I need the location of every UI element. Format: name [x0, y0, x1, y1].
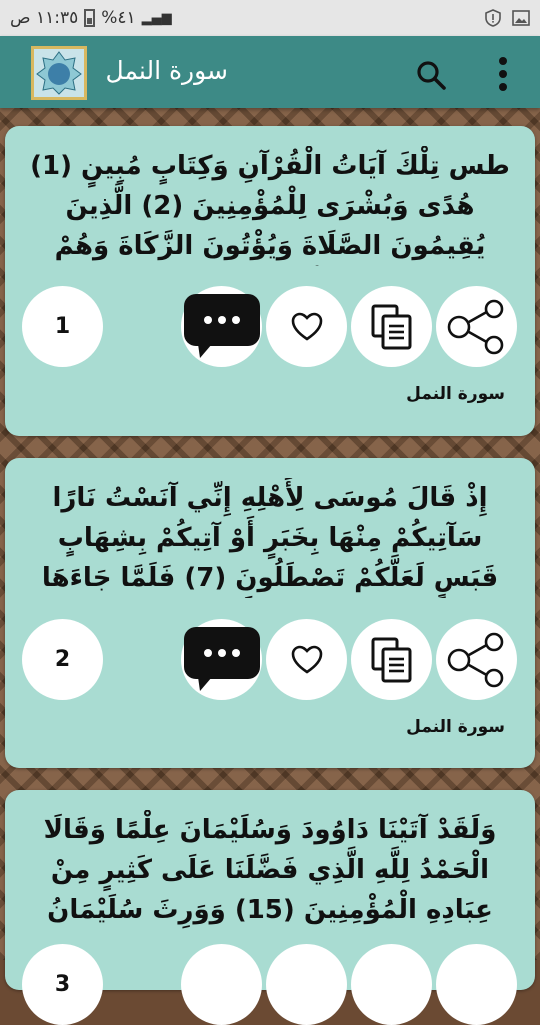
status-left: ١١:٣٥ ص %٤١ ▂▄▆: [10, 8, 172, 28]
heart-icon: [291, 312, 322, 341]
alert-shield-icon: [484, 9, 502, 27]
copy-button[interactable]: [351, 286, 432, 367]
verse-number-badge: 1: [22, 286, 103, 367]
comment-icon: [183, 293, 260, 358]
share-button[interactable]: [436, 286, 517, 367]
share-icon: [447, 632, 503, 687]
copy-icon: [371, 637, 411, 682]
verse-text: طس تِلْكَ آيَاتُ الْقُرْآنِ وَكِتَابٍ مُ…: [30, 151, 510, 261]
more-vert-icon-dot: [499, 83, 507, 91]
heart-icon: [291, 645, 322, 674]
app-logo[interactable]: [31, 46, 87, 100]
more-vert-icon-dot: [499, 57, 507, 65]
verse-card[interactable]: وَلَقَدْ آتَيْنَا دَاوُودَ وَسُلَيْمَانَ…: [5, 790, 535, 1025]
copy-button[interactable]: [351, 619, 432, 700]
status-bar: ١١:٣٥ ص %٤١ ▂▄▆: [0, 0, 540, 36]
verse-text: إِذْ قَالَ مُوسَى لِأَهْلِهِ إِنِّي آنَس…: [41, 483, 499, 593]
battery-percent: %٤١: [101, 8, 136, 28]
share-button[interactable]: [436, 619, 517, 700]
verse-number-badge: 2: [22, 619, 103, 700]
app-bar: سورة النمل: [0, 36, 540, 108]
comment-button[interactable]: [181, 619, 262, 700]
favorite-button[interactable]: [266, 286, 347, 367]
copy-icon: [371, 304, 411, 349]
share-button[interactable]: [436, 944, 517, 1025]
comment-icon: [183, 626, 260, 691]
verse-card[interactable]: طس تِلْكَ آيَاتُ الْقُرْآنِ وَكِتَابٍ مُ…: [5, 126, 535, 436]
surah-name-label: سورة النمل: [406, 384, 505, 404]
comment-button[interactable]: [181, 944, 262, 1025]
search-button[interactable]: [414, 58, 448, 92]
status-right: [484, 9, 530, 27]
app-title: سورة النمل: [105, 56, 228, 85]
signal-icon: ▂▄▆: [141, 10, 172, 26]
surah-name-label: سورة النمل: [406, 717, 505, 737]
share-icon: [447, 299, 503, 354]
more-options-button[interactable]: [488, 54, 518, 94]
verse-number-badge: 3: [22, 944, 103, 1025]
favorite-button[interactable]: [266, 619, 347, 700]
more-vert-icon-dot: [499, 70, 507, 78]
search-icon: [417, 61, 446, 90]
battery-icon: [84, 9, 96, 27]
verse-text: وَلَقَدْ آتَيْنَا دَاوُودَ وَسُلَيْمَانَ…: [43, 815, 497, 925]
favorite-button[interactable]: [266, 944, 347, 1025]
verse-card[interactable]: إِذْ قَالَ مُوسَى لِأَهْلِهِ إِنِّي آنَس…: [5, 458, 535, 768]
status-time: ١١:٣٥ ص: [10, 8, 79, 28]
comment-button[interactable]: [181, 286, 262, 367]
copy-button[interactable]: [351, 944, 432, 1025]
image-notification-icon: [512, 9, 530, 27]
